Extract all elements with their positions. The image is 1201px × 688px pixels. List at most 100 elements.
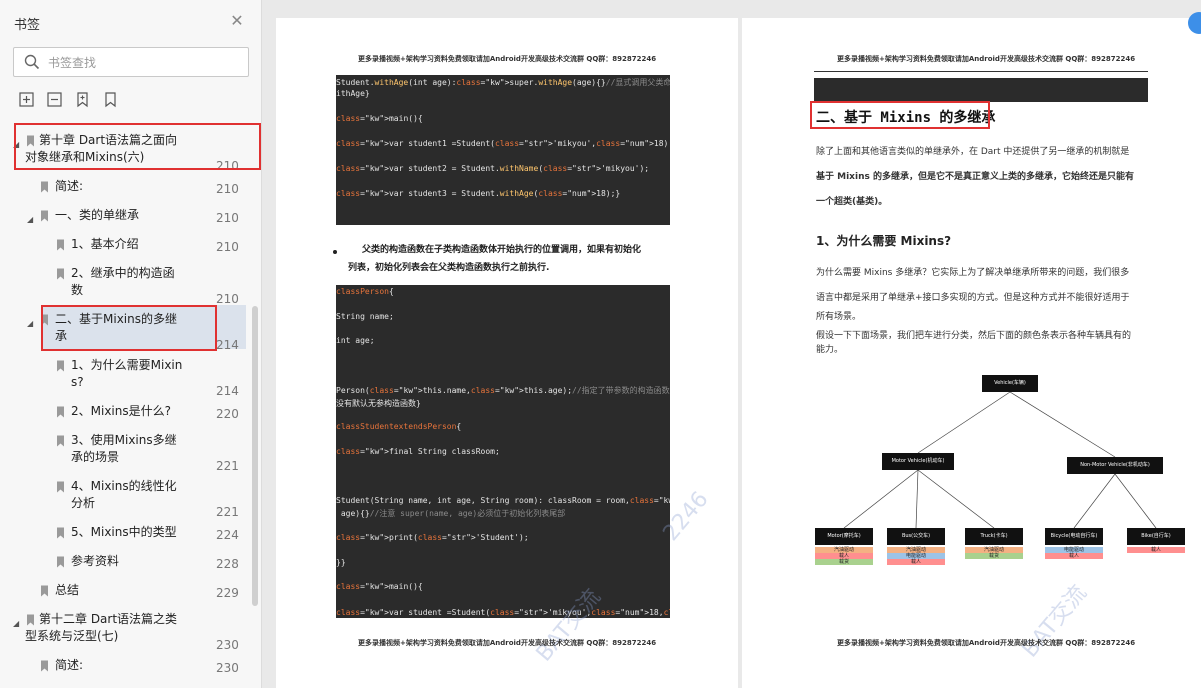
bookmark-item[interactable]: 4、Mixins的线性化 分析 221: [0, 478, 252, 519]
vehicle-hierarchy-diagram: Vehicle(车辆) Motor Vehicle(机动车) Non-Motor V…: [742, 18, 1201, 618]
code-block-2: classPerson{String name; int age; Person(c…: [336, 285, 670, 618]
add-bookmark-icon[interactable]: [74, 91, 91, 108]
code-line: Student(String name, int age, String roo…: [336, 496, 670, 506]
bookmark-label: 总结: [55, 583, 80, 597]
bookmark-page-number: 220: [216, 407, 239, 421]
bookmark-page-number: 228: [216, 557, 239, 571]
bookmark-icon[interactable]: [102, 91, 119, 108]
bookmark-item[interactable]: 2、Mixins是什么? 220: [0, 403, 252, 425]
bookmark-item[interactable]: 1、基本介绍 210: [0, 236, 252, 258]
code-line: Student.withAge(int age):class="kw">supe…: [336, 78, 670, 87]
bookmark-icon: [57, 360, 64, 372]
connector-line: [1114, 473, 1157, 529]
code-line: 没有默认无参构造函数}: [336, 398, 421, 408]
bookmark-item[interactable]: 简述: 230: [0, 657, 252, 679]
bookmark-page-number: 230: [216, 661, 239, 675]
capability-tag: 载货: [815, 559, 873, 565]
bookmark-page-number: 214: [216, 338, 239, 352]
code-line: ithAge}: [336, 89, 370, 99]
bookmark-icon: [41, 660, 48, 672]
highlight-box: [14, 123, 261, 170]
diagram-leaf-node: Bus(公交车): [887, 528, 945, 545]
bookmark-label: 一、类的单继承: [55, 208, 140, 222]
code-line: int age;: [336, 336, 375, 346]
code-line: class="kw">var student1 =Student(class="…: [336, 139, 670, 148]
bookmark-item[interactable]: 1、为什么需要Mixin s? 214: [0, 357, 252, 398]
capability-tag: 载人: [1045, 553, 1103, 559]
bookmark-label-cont: 承的场景: [71, 450, 120, 464]
diagram-root-node: Vehicle(车辆): [982, 375, 1038, 392]
collapse-all-icon[interactable]: [46, 91, 63, 108]
bookmark-icon: [57, 239, 64, 251]
connector-line: [917, 469, 995, 529]
bookmark-search-input[interactable]: [48, 53, 238, 73]
bookmark-icon: [57, 556, 64, 568]
highlight-box: [41, 305, 217, 351]
expand-arrow-icon[interactable]: ◢: [13, 615, 19, 632]
bookmark-label: 参考资料: [71, 554, 120, 568]
bookmark-page-number: 224: [216, 528, 239, 542]
bookmark-label-cont: s?: [71, 375, 84, 389]
bookmark-label: 3、使用Mixins多继: [71, 433, 177, 447]
bookmark-item[interactable]: 简述: 210: [0, 178, 252, 200]
bookmark-page-number: 214: [216, 384, 239, 398]
code-line: class="kw">var student3 = Student.withAg…: [336, 188, 621, 198]
expand-all-icon[interactable]: [18, 91, 35, 108]
bookmark-item[interactable]: 参考资料 228: [0, 553, 252, 575]
connector-line: [1009, 391, 1116, 458]
bookmark-icon: [41, 181, 48, 193]
bookmark-item[interactable]: ◢ 一、类的单继承 210: [0, 207, 252, 229]
bookmark-page-number: 229: [216, 586, 239, 600]
connector-line: [1073, 473, 1116, 529]
code-line: class="kw">print(class="str">'Student');: [336, 533, 529, 542]
pdf-page-left: 更多录播视频+架构学习资料免费领取请加Android开发高级技术交流群 QQ群：…: [276, 18, 738, 688]
code-line: age){}//注意 super(name, age)必须位于初始化列表尾部: [336, 509, 566, 519]
bookmark-page-number: 210: [216, 211, 239, 225]
capability-tag: 载人: [1127, 547, 1185, 553]
code-line: String name;: [336, 311, 394, 321]
diagram-leaf-node: Bike(自行车): [1127, 528, 1185, 545]
bookmark-icon: [41, 210, 48, 222]
diagram-node: Non-Motor Vehicle(非机动车): [1067, 457, 1163, 474]
expand-arrow-icon[interactable]: ◢: [27, 211, 33, 228]
bookmark-icon: [57, 527, 64, 539]
bookmark-item[interactable]: 2、继承中的构造函数 210: [0, 265, 252, 306]
code-line: class="kw">main(){: [336, 114, 423, 124]
code-line: classPerson{: [336, 287, 394, 296]
bookmark-label-cont: 型系统与泛型(七): [25, 629, 119, 643]
bookmark-label: 简述:: [55, 658, 84, 672]
bookmark-search-box[interactable]: [13, 47, 249, 77]
diagram-leaf-node: Bicycle(电动自行车): [1045, 528, 1103, 545]
bookmark-label: 1、为什么需要Mixin: [71, 358, 183, 372]
bookmark-page-number: 210: [216, 292, 239, 306]
page-footer: 更多录播视频+架构学习资料免费领取请加Android开发高级技术交流群 QQ群：…: [837, 639, 1136, 647]
bookmark-item[interactable]: 5、Mixins中的类型 224: [0, 524, 252, 546]
bookmark-label: 5、Mixins中的类型: [71, 525, 177, 539]
bookmark-icon: [57, 406, 64, 418]
bookmark-page-number: 210: [216, 240, 239, 254]
bookmark-toolbar: [18, 91, 119, 109]
bookmark-label: 第十二章 Dart语法篇之类: [39, 612, 178, 626]
sidebar-title: 书签: [14, 18, 41, 33]
bookmark-label-cont: 数: [71, 283, 84, 297]
bookmark-page-number: 221: [216, 459, 239, 473]
bookmark-item[interactable]: 3、使用Mixins多继 承的场景 221: [0, 432, 252, 473]
capability-tag: 载货: [965, 553, 1023, 559]
expand-arrow-icon[interactable]: ◢: [27, 315, 33, 332]
close-icon[interactable]: ✕: [228, 12, 246, 30]
bookmark-label: 2、Mixins是什么?: [71, 404, 171, 418]
code-line: class="kw">final String classRoom;: [336, 446, 500, 456]
bookmark-icon: [27, 614, 34, 626]
pdf-page-right: 更多录播视频+架构学习资料免费领取请加Android开发高级技术交流群 QQ群：…: [742, 18, 1201, 688]
code-line: classStudentextendsPerson{: [336, 422, 462, 432]
page-footer: 更多录播视频+架构学习资料免费领取请加Android开发高级技术交流群 QQ群：…: [358, 639, 657, 647]
page-header: 更多录播视频+架构学习资料免费领取请加Android开发高级技术交流群 QQ群：…: [358, 55, 657, 63]
capability-tag: 载人: [887, 559, 945, 565]
connector-line: [915, 469, 919, 529]
bookmark-item[interactable]: 总结 229: [0, 582, 252, 604]
bookmark-item[interactable]: ◢ 第十二章 Dart语法篇之类 型系统与泛型(七) 230: [0, 611, 252, 652]
bookmark-icon: [57, 481, 64, 493]
sidebar-scrollbar[interactable]: [252, 306, 258, 606]
bookmark-label: 4、Mixins的线性化: [71, 479, 177, 493]
connector-line: [917, 391, 1011, 454]
